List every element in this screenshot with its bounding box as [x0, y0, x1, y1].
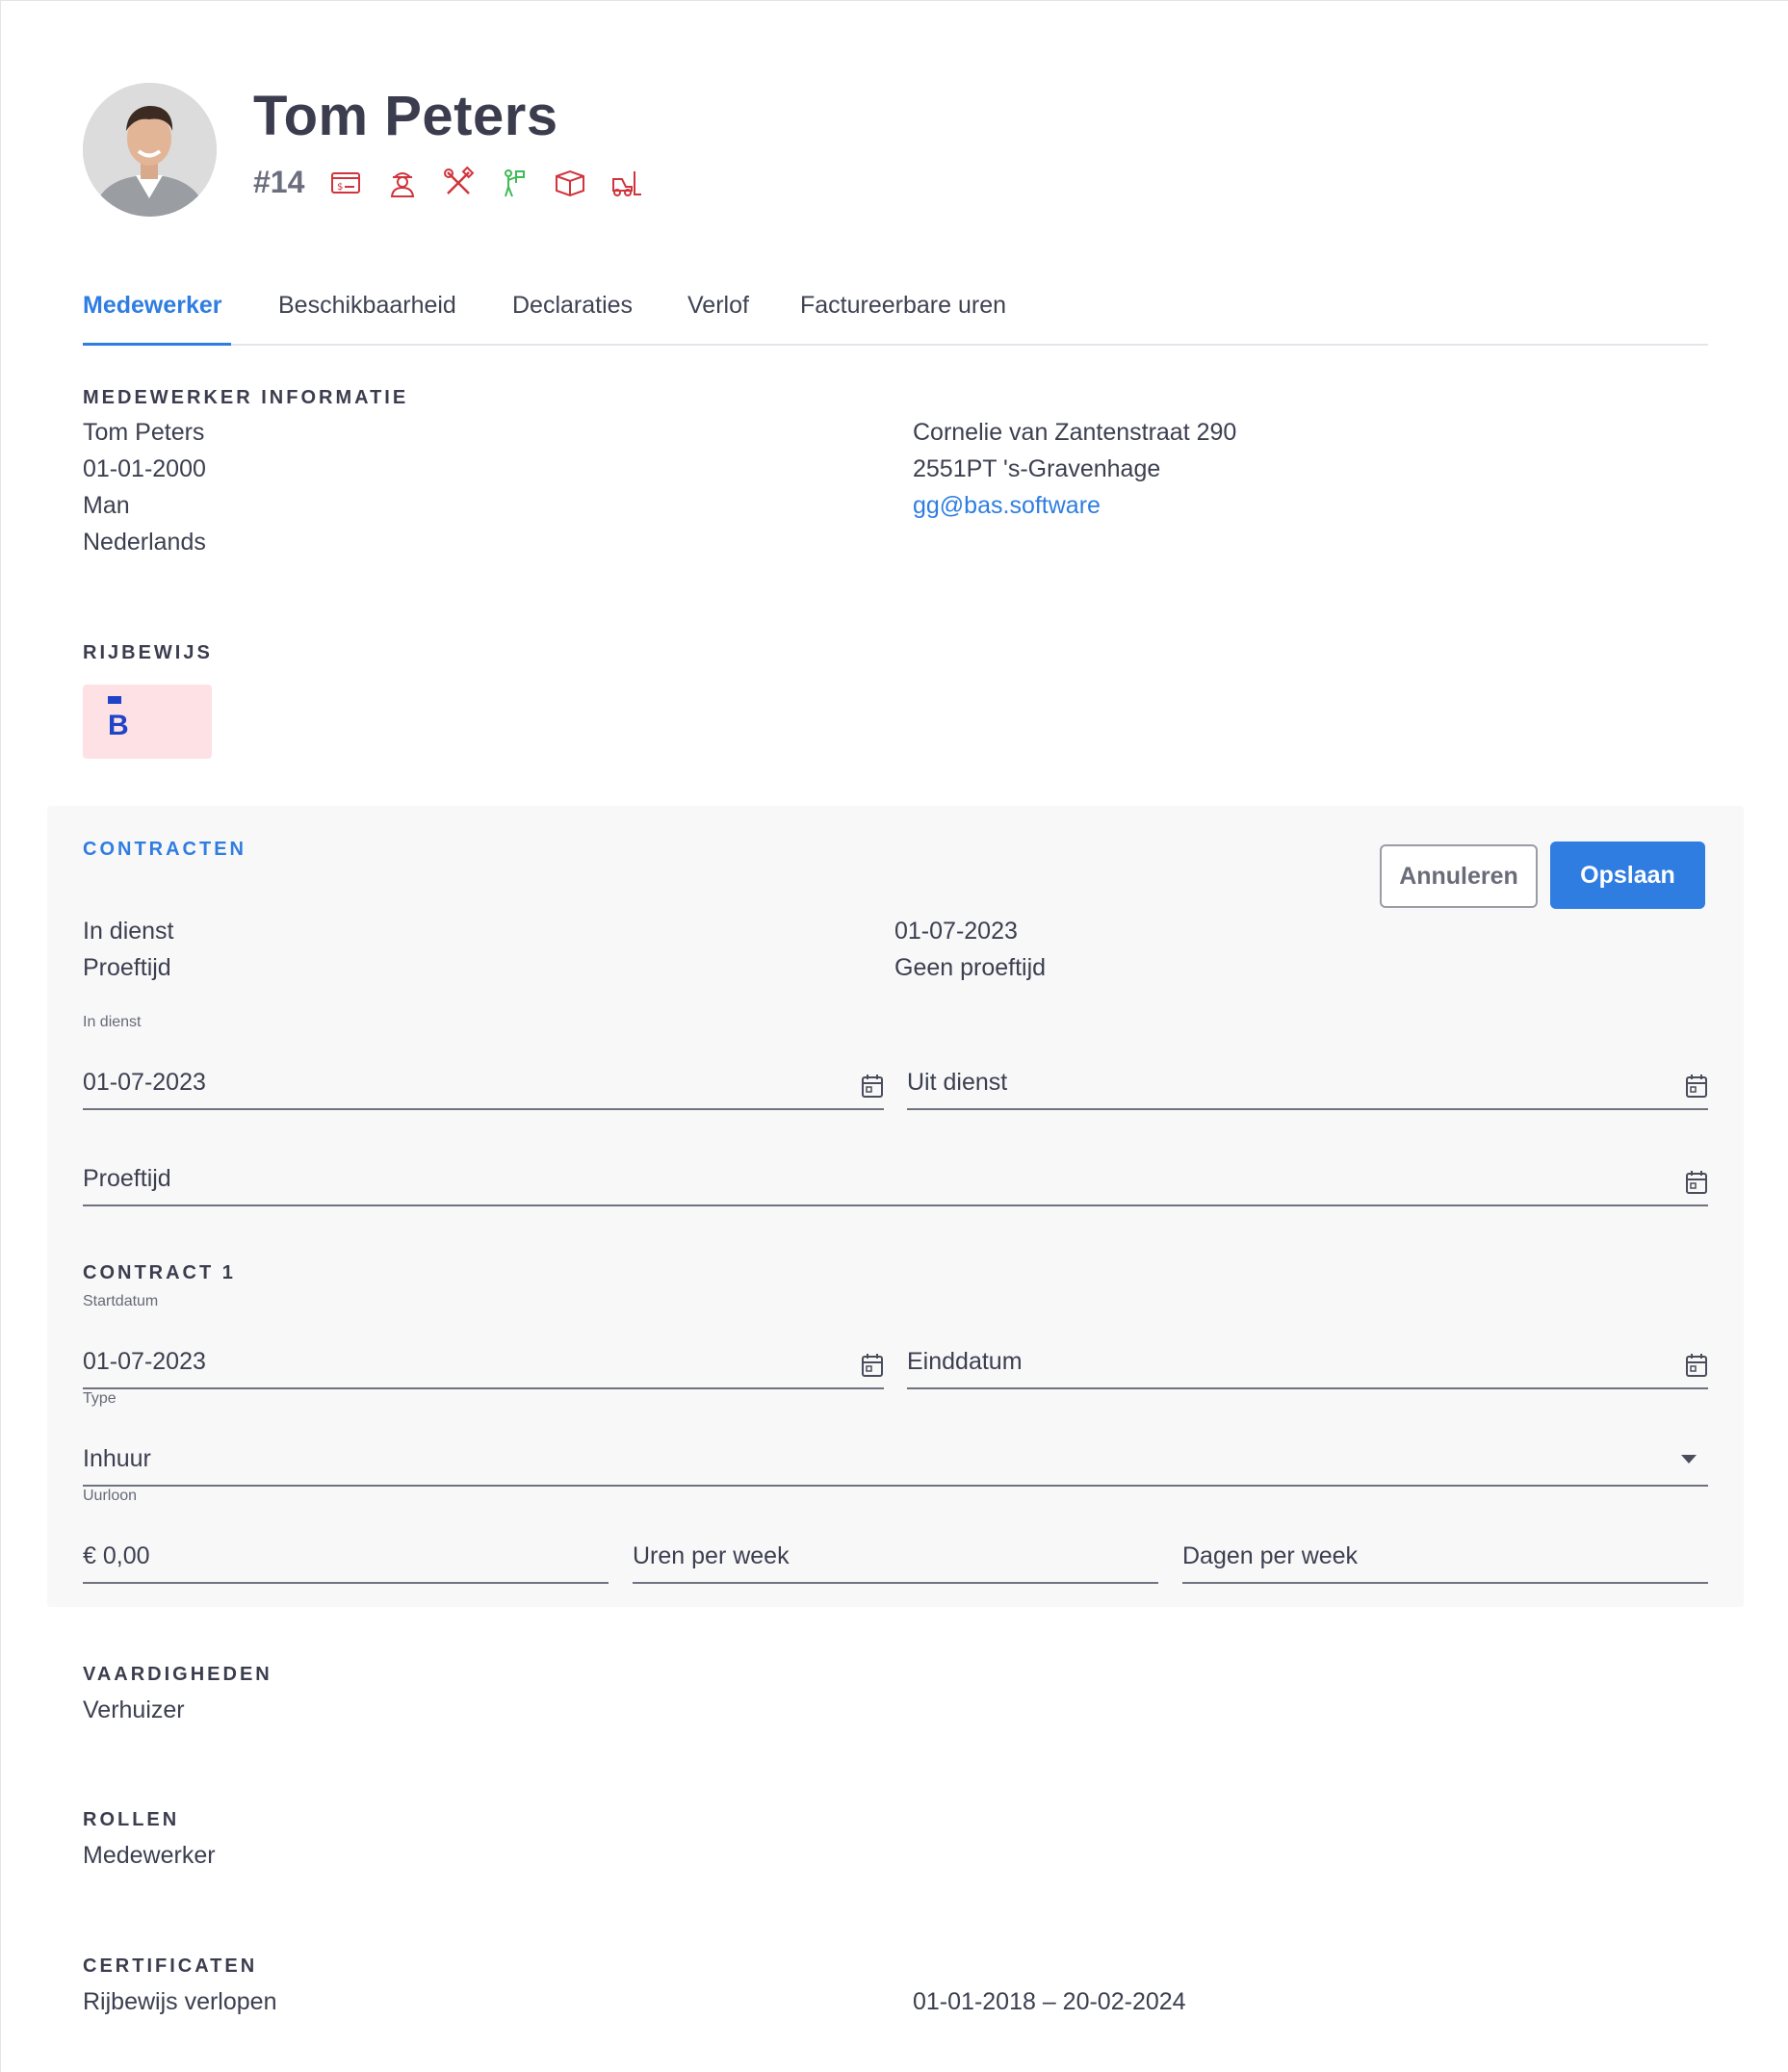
summary-in-service-value: 01-07-2023 [894, 918, 1018, 945]
info-birthdate: 01-01-2000 [83, 455, 206, 482]
hourly-wage-value: € 0,00 [83, 1542, 150, 1569]
employee-page: Tom Peters #14 $ Medewerker Beschikbaarh… [0, 0, 1788, 2072]
save-button[interactable]: Opslaan [1550, 842, 1705, 909]
hourly-wage-label: Uurloon [83, 1488, 138, 1504]
tab-verlof[interactable]: Verlof [687, 292, 749, 320]
employee-info-heading: MEDEWERKER INFORMATIE [83, 387, 409, 408]
info-nationality: Nederlands [83, 529, 206, 556]
profile-meta: #14 $ [253, 165, 643, 200]
days-per-week-placeholder: Dagen per week [1182, 1542, 1359, 1569]
calendar-icon[interactable] [1685, 1353, 1708, 1378]
probation-field[interactable]: Proeftijd [83, 1151, 1708, 1206]
contract1-heading: CONTRACT 1 [83, 1262, 236, 1283]
roles-value: Medewerker [83, 1842, 216, 1869]
contract-start-date-field[interactable]: Startdatum 01-07-2023 [83, 1293, 884, 1389]
out-service-placeholder: Uit dienst [907, 1069, 1008, 1096]
out-service-date-field[interactable]: Uit dienst [907, 1054, 1708, 1110]
skills-heading: VAARDIGHEDEN [83, 1664, 272, 1685]
certificate-period: 01-01-2018 – 20-02-2024 [913, 1988, 1186, 2015]
avatar-photo [83, 83, 217, 217]
certificates-heading: CERTIFICATEN [83, 1955, 258, 1977]
chevron-down-icon[interactable] [1681, 1455, 1697, 1463]
info-gender: Man [83, 492, 130, 519]
probation-placeholder: Proeftijd [83, 1165, 171, 1192]
days-per-week-field[interactable]: Dagen per week [1182, 1528, 1708, 1584]
employee-id: #14 [253, 165, 305, 199]
license-badge: B [83, 685, 212, 759]
contract-start-value: 01-07-2023 [83, 1348, 206, 1375]
contracts-heading: CONTRACTEN [83, 839, 246, 860]
summary-in-service-label: In dienst [83, 918, 174, 945]
box-icon [556, 169, 585, 196]
in-service-label: In dienst [83, 1014, 142, 1030]
calendar-icon[interactable] [1685, 1074, 1708, 1099]
in-service-date-field[interactable]: In dienst 01-07-2023 [83, 1014, 884, 1110]
license-bar [108, 696, 121, 704]
svg-text:$: $ [337, 182, 343, 193]
calendar-icon[interactable] [1685, 1170, 1708, 1195]
info-street: Cornelie van Zantenstraat 290 [913, 419, 1237, 446]
forklift-icon [612, 170, 642, 196]
contract-type-value: Inhuur [83, 1445, 151, 1472]
employee-name: Tom Peters [253, 85, 558, 147]
tab-factureerbare-uren[interactable]: Factureerbare uren [800, 292, 1006, 320]
tab-declaraties[interactable]: Declaraties [512, 292, 633, 320]
hours-per-week-field[interactable]: Uren per week [633, 1528, 1158, 1584]
tab-medewerker[interactable]: Medewerker [83, 292, 222, 320]
cancel-button[interactable]: Annuleren [1380, 844, 1538, 908]
calendar-icon[interactable] [861, 1074, 884, 1099]
license-category: B [108, 710, 129, 741]
tab-bar: Medewerker Beschikbaarheid Declaraties V… [83, 282, 1708, 346]
summary-probation-value: Geen proeftijd [894, 954, 1047, 981]
tab-beschikbaarheid[interactable]: Beschikbaarheid [278, 292, 456, 320]
contract-end-placeholder: Einddatum [907, 1348, 1023, 1375]
summary-probation-label: Proeftijd [83, 954, 171, 981]
payment-card-icon: $ [331, 171, 361, 194]
flag-person-icon [505, 168, 526, 196]
worker-icon [391, 171, 415, 197]
tools-icon [444, 166, 475, 194]
in-service-value: 01-07-2023 [83, 1069, 206, 1096]
contract-end-date-field[interactable]: Einddatum [907, 1334, 1708, 1389]
contract-start-label: Startdatum [83, 1293, 159, 1309]
avatar [83, 83, 217, 217]
calendar-icon[interactable] [861, 1353, 884, 1378]
info-name: Tom Peters [83, 419, 205, 446]
info-city: 2551PT 's-Gravenhage [913, 455, 1161, 482]
skills-value: Verhuizer [83, 1696, 185, 1723]
license-heading: RIJBEWIJS [83, 642, 213, 663]
contract-type-select[interactable]: Type Inhuur [83, 1390, 1708, 1487]
contract-type-label: Type [83, 1390, 117, 1407]
hours-per-week-placeholder: Uren per week [633, 1542, 790, 1569]
certificate-name: Rijbewijs verlopen [83, 1988, 277, 2015]
info-email-link[interactable]: gg@bas.software [913, 492, 1101, 520]
active-tab-indicator [83, 343, 231, 346]
roles-heading: ROLLEN [83, 1809, 180, 1830]
hourly-wage-field[interactable]: Uurloon € 0,00 [83, 1488, 609, 1584]
